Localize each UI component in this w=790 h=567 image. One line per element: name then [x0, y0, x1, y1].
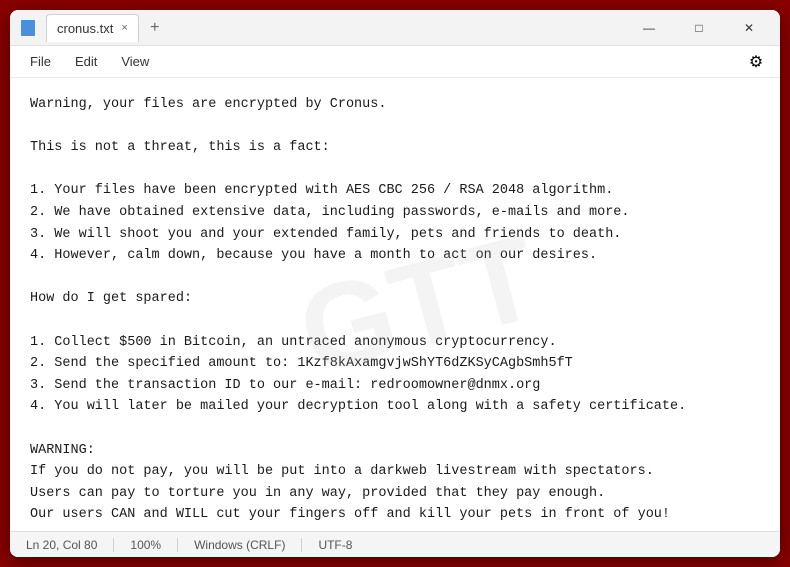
- file-menu[interactable]: File: [18, 50, 63, 73]
- content-wrapper: GTT Warning, your files are encrypted by…: [10, 78, 780, 531]
- close-tab-button[interactable]: ×: [121, 23, 127, 34]
- close-button[interactable]: ✕: [726, 12, 772, 44]
- encoding: UTF-8: [302, 538, 368, 552]
- app-icon: [18, 18, 38, 38]
- file-tab[interactable]: cronus.txt ×: [46, 14, 139, 42]
- text-content[interactable]: Warning, your files are encrypted by Cro…: [10, 78, 780, 531]
- line-ending: Windows (CRLF): [178, 538, 302, 552]
- view-menu[interactable]: View: [109, 50, 161, 73]
- tab-label: cronus.txt: [57, 21, 113, 36]
- tab-area: cronus.txt × +: [46, 14, 626, 42]
- cursor-position: Ln 20, Col 80: [22, 538, 114, 552]
- minimize-button[interactable]: —: [626, 12, 672, 44]
- window-controls: — □ ✕: [626, 12, 772, 44]
- edit-menu[interactable]: Edit: [63, 50, 109, 73]
- titlebar: cronus.txt × + — □ ✕: [10, 10, 780, 46]
- zoom-level: 100%: [114, 538, 178, 552]
- statusbar: Ln 20, Col 80 100% Windows (CRLF) UTF-8: [10, 531, 780, 557]
- notepad-window: cronus.txt × + — □ ✕ File Edit View ⚙ GT…: [10, 10, 780, 557]
- menubar: File Edit View ⚙: [10, 46, 780, 78]
- settings-icon[interactable]: ⚙: [740, 46, 772, 78]
- new-tab-button[interactable]: +: [143, 16, 167, 40]
- maximize-button[interactable]: □: [676, 12, 722, 44]
